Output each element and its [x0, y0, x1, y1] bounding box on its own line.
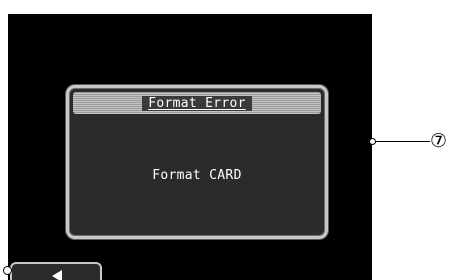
dialog-body: Format CARD	[73, 118, 321, 232]
dialog-title-bar: Format Error	[73, 92, 321, 114]
callout-label: ⑦	[430, 130, 448, 152]
callout-dot-back	[3, 266, 12, 275]
manual-figure: Format Error Format CARD ⑦	[0, 0, 452, 280]
left-arrow-icon	[52, 270, 62, 280]
callout-dot	[369, 138, 376, 145]
dialog-message: Format CARD	[152, 167, 242, 183]
format-error-dialog: Format Error Format CARD	[66, 85, 328, 239]
back-button[interactable]	[10, 262, 102, 280]
dialog-title: Format Error	[142, 95, 252, 111]
callout-line	[372, 141, 430, 142]
device-screen: Format Error Format CARD	[8, 14, 372, 280]
